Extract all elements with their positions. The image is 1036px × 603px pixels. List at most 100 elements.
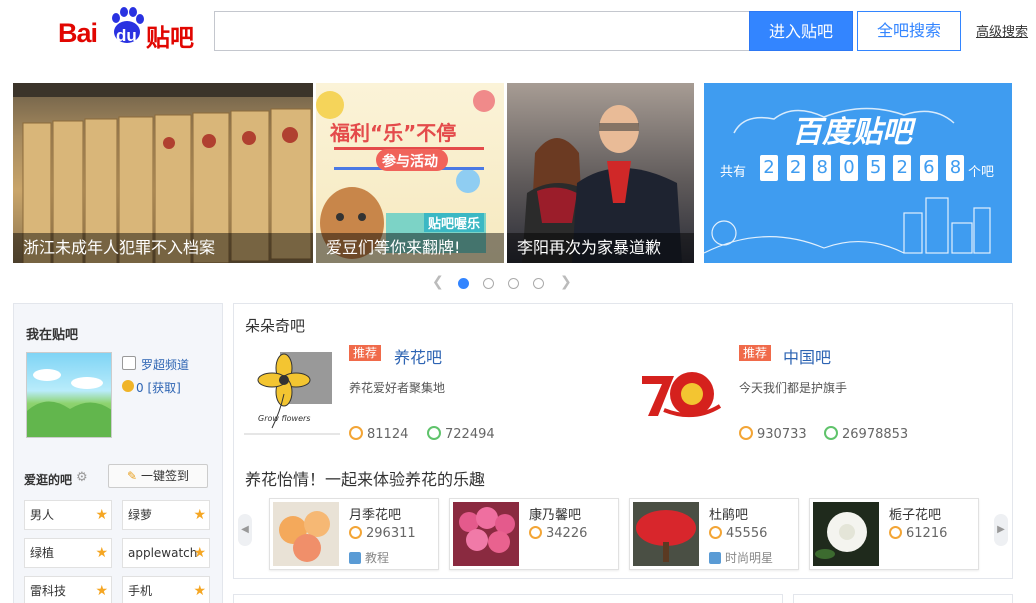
gardenia-flower-image: [813, 502, 879, 566]
star-icon: ★: [95, 545, 108, 561]
bar-card-name: 栀子花吧: [889, 508, 942, 523]
carousel-dot[interactable]: [533, 278, 544, 289]
image-caption: Grow flowers: [258, 414, 311, 423]
banner-slide-2[interactable]: 福利“乐”不停 参与活动 贴吧喔乐 爱豆们等你来翻牌!: [316, 83, 504, 263]
counter-suffix: 个吧: [968, 165, 995, 180]
carousel-dot[interactable]: [508, 278, 519, 289]
coin-icon: [122, 380, 134, 392]
bar-card[interactable]: 康乃馨吧 34226: [449, 498, 619, 570]
counter-digit: 5: [866, 155, 885, 181]
featured-bars-panel: 朵朵奇吧 Grow flowers 推荐 养花吧 养花爱好者聚集地 81124 …: [233, 303, 1013, 579]
user-icon: [529, 526, 542, 539]
user-icon: [739, 426, 753, 440]
carousel-next-icon[interactable]: ❯: [560, 274, 572, 290]
counter-digit: 8: [946, 155, 965, 181]
bar-card-members: 34226: [529, 526, 587, 541]
bar-card-name: 杜鹃吧: [709, 508, 749, 523]
user-badge-icon: [122, 356, 136, 370]
featured-bar-image[interactable]: [634, 346, 730, 436]
counter-digit: 0: [839, 155, 858, 181]
carousel-dot[interactable]: [483, 278, 494, 289]
banner-caption: 浙江未成年人犯罪不入档案: [13, 233, 313, 263]
tag-icon: [349, 552, 361, 564]
bar-card-members-value: 34226: [546, 526, 588, 541]
banner-slide-3[interactable]: 李阳再次为家暴道歉: [507, 83, 694, 263]
search-input[interactable]: [214, 11, 750, 51]
favorite-bar-item[interactable]: 男人 ★: [24, 500, 112, 530]
star-icon: ★: [95, 583, 108, 599]
counter-digit: 6: [919, 155, 938, 181]
bar-card-tag-label: 时尚明星: [725, 551, 774, 565]
my-tieba-panel: 我在贴吧 罗超频道 0 [获取] 爱逛的吧 ⚙ ✎ 一键签到 男人 ★ 绿萝 ★ 绿…: [13, 303, 223, 603]
favorite-bar-item[interactable]: 绿萝 ★: [122, 500, 210, 530]
one-click-sign-button[interactable]: ✎ 一键签到: [108, 464, 208, 488]
enter-tieba-button[interactable]: 进入贴吧: [749, 11, 853, 51]
carousel-prev-icon[interactable]: ❮: [432, 274, 444, 290]
banner-slide-4[interactable]: 百度贴吧 共有 2 2 8 0 5 2 6 8 个吧: [704, 83, 1012, 263]
favorite-bar-name: 手机: [128, 584, 153, 598]
username-link[interactable]: 罗超频道: [141, 356, 189, 373]
user-icon: [889, 526, 902, 539]
section-title: 朵朵奇吧: [245, 317, 306, 335]
counter-digit: 2: [760, 155, 778, 181]
advanced-search-link[interactable]: 高级搜索: [976, 21, 1028, 40]
favorite-bar-item[interactable]: applewatch ★: [122, 538, 210, 568]
star-icon: ★: [193, 507, 206, 523]
favorite-bar-name: applewatch: [128, 546, 198, 560]
featured-bar-name[interactable]: 中国吧: [783, 344, 831, 368]
counter-prefix: 共有: [720, 165, 747, 180]
favorite-bar-item[interactable]: 雷科技 ★: [24, 576, 112, 603]
banner-title: 百度贴吧: [792, 115, 912, 150]
banner-slide-1[interactable]: 浙江未成年人犯罪不入档案: [13, 83, 313, 263]
favorite-bar-name: 绿萝: [128, 508, 153, 522]
rose-flower-image: [273, 502, 339, 566]
favorite-bar-name: 男人: [30, 508, 55, 522]
search-all-button[interactable]: 全吧搜索: [857, 11, 961, 51]
carousel-pagination: ❮ ❯: [432, 274, 572, 292]
side-panel: [793, 594, 1013, 603]
tag-icon: [709, 552, 721, 564]
user-icon: [349, 426, 363, 440]
cards-next-icon[interactable]: ▶: [994, 514, 1008, 546]
cards-prev-icon[interactable]: ◀: [238, 514, 252, 546]
post-count-value: 26978853: [842, 427, 909, 442]
comment-icon: [427, 426, 441, 440]
promo-headline: 福利“乐”不停: [330, 121, 457, 145]
counter-digit: 2: [786, 155, 805, 181]
subsection-title: 养花怡情！一起来体验养花的乐趣: [245, 470, 486, 489]
banner-caption: 爱豆们等你来翻牌!: [316, 233, 504, 263]
get-coins-link[interactable]: [获取]: [147, 381, 180, 395]
avatar[interactable]: [26, 352, 112, 438]
featured-bar-desc: 今天我们都是护旗手: [739, 381, 848, 395]
gear-icon[interactable]: ⚙: [76, 470, 88, 485]
star-icon: ★: [193, 583, 206, 599]
favorite-bar-item[interactable]: 手机 ★: [122, 576, 210, 603]
panel-title: 我在贴吧: [26, 328, 79, 343]
banner-caption: 李阳再次为家暴道歉: [507, 233, 694, 263]
bar-card[interactable]: 杜鹃吧 45556 时尚明星: [629, 498, 799, 570]
featured-bar-name[interactable]: 养花吧: [394, 344, 442, 368]
carnation-flower-image: [453, 502, 519, 566]
bar-card[interactable]: 栀子花吧 61216: [809, 498, 979, 570]
user-icon: [709, 526, 722, 539]
logo-tieba-text: 贴吧: [146, 24, 194, 52]
featured-bar-image[interactable]: Grow flowers: [244, 346, 340, 436]
bar-card[interactable]: 月季花吧 296311 教程: [269, 498, 439, 570]
tieba-counter: 2 2 8 0 5 2 6 8: [760, 155, 969, 181]
china-70-image: [642, 372, 722, 418]
favorite-bar-name: 雷科技: [30, 584, 67, 598]
favorite-bar-item[interactable]: 绿植 ★: [24, 538, 112, 568]
bar-card-members-value: 45556: [726, 526, 768, 541]
bar-card-members-value: 61216: [906, 526, 948, 541]
favorite-bars-title: 爱逛的吧: [24, 473, 73, 487]
bar-card-members-value: 296311: [366, 526, 416, 541]
star-icon: ★: [95, 507, 108, 523]
post-count: 26978853: [824, 426, 908, 442]
carousel-dot[interactable]: [458, 278, 469, 289]
coin-count: 0: [136, 381, 144, 395]
recommend-badge: 推荐: [349, 345, 382, 361]
bar-card-tag: 时尚明星: [709, 549, 773, 566]
favorite-bar-name: 绿植: [30, 546, 55, 560]
content-panel: [233, 594, 783, 603]
baidu-tieba-logo[interactable]: Bai du 贴吧: [58, 6, 198, 52]
